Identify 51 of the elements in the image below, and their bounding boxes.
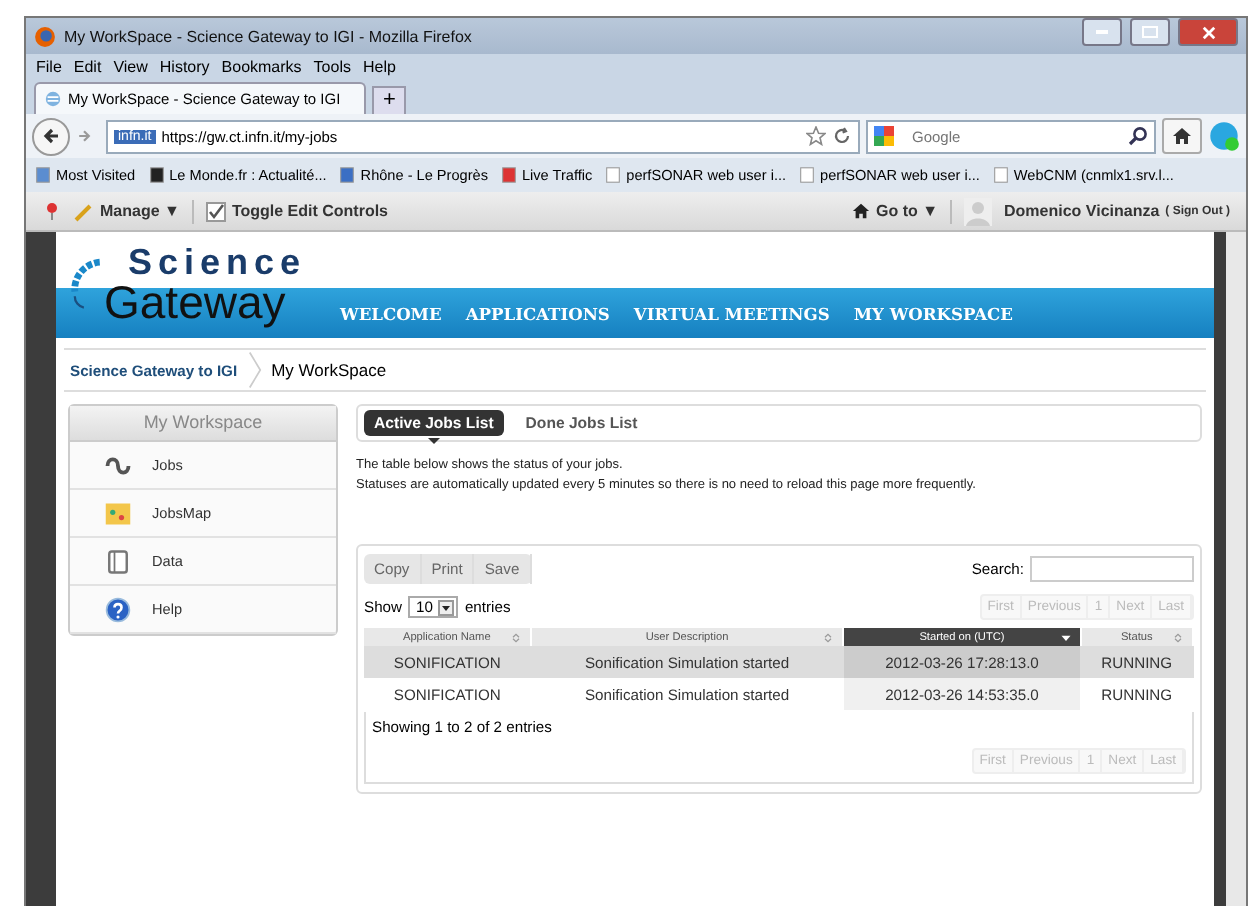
toggle-edit-controls[interactable]: Toggle Edit Controls — [205, 201, 389, 221]
menu-item[interactable]: View — [113, 57, 148, 75]
sort-icon — [1172, 631, 1184, 643]
page-icon — [798, 166, 817, 184]
house-icon — [1172, 126, 1192, 146]
avatar-icon — [964, 197, 993, 225]
menu-item[interactable]: Bookmarks — [221, 57, 302, 75]
forward-arrow-icon — [76, 128, 92, 144]
page-icon — [604, 166, 623, 184]
house-icon — [851, 202, 870, 220]
window-title: My WorkSpace - Science Gateway to IGI - Mozilla Firefox — [64, 27, 472, 45]
page-icon — [147, 166, 166, 184]
sort-icon — [822, 631, 835, 643]
logo: Science Gateway — [68, 244, 307, 326]
home-button[interactable] — [1162, 118, 1202, 154]
map-icon — [104, 499, 132, 527]
new-tab-button[interactable]: + — [372, 86, 407, 114]
breadcrumb-current: My WorkSpace — [271, 360, 387, 380]
checkbox-icon — [205, 201, 226, 221]
scrollbar[interactable] — [1226, 232, 1246, 906]
minimize-button[interactable] — [1082, 18, 1122, 46]
go-to-menu[interactable]: Go to ▼ — [851, 202, 939, 220]
search-icon[interactable] — [1128, 126, 1148, 146]
menu-item[interactable]: History — [159, 57, 210, 75]
user-name: Domenico Vicinanza — [1004, 202, 1160, 220]
close-icon — [1201, 25, 1215, 39]
back-arrow-icon — [41, 126, 61, 146]
globe-icon — [44, 90, 62, 108]
page-icon — [499, 166, 518, 184]
maximize-button[interactable] — [1130, 18, 1170, 46]
page-icon — [338, 166, 357, 184]
page-icon — [34, 166, 52, 184]
menu-item[interactable]: File — [36, 57, 62, 75]
page-icon — [991, 166, 1010, 184]
help-icon — [104, 595, 132, 623]
search-field[interactable] — [1030, 556, 1194, 582]
pin-icon[interactable] — [42, 200, 62, 222]
pencil-icon — [74, 201, 94, 221]
star-icon[interactable] — [806, 126, 826, 146]
back-button[interactable] — [32, 117, 70, 155]
manage-menu[interactable]: Manage ▼ — [74, 201, 180, 221]
sort-icon — [509, 631, 522, 643]
menu-item[interactable]: Tools — [313, 57, 351, 75]
reload-icon[interactable] — [832, 126, 852, 146]
close-button[interactable] — [1178, 18, 1238, 46]
chevron-icon — [247, 350, 262, 390]
dropdown-arrow-icon — [438, 599, 455, 615]
menu-item[interactable]: Edit — [73, 57, 102, 75]
sidebar-title: My Workspace — [70, 406, 336, 442]
search-engine-icon[interactable] — [874, 126, 894, 146]
menu-item[interactable]: Help — [362, 57, 396, 75]
